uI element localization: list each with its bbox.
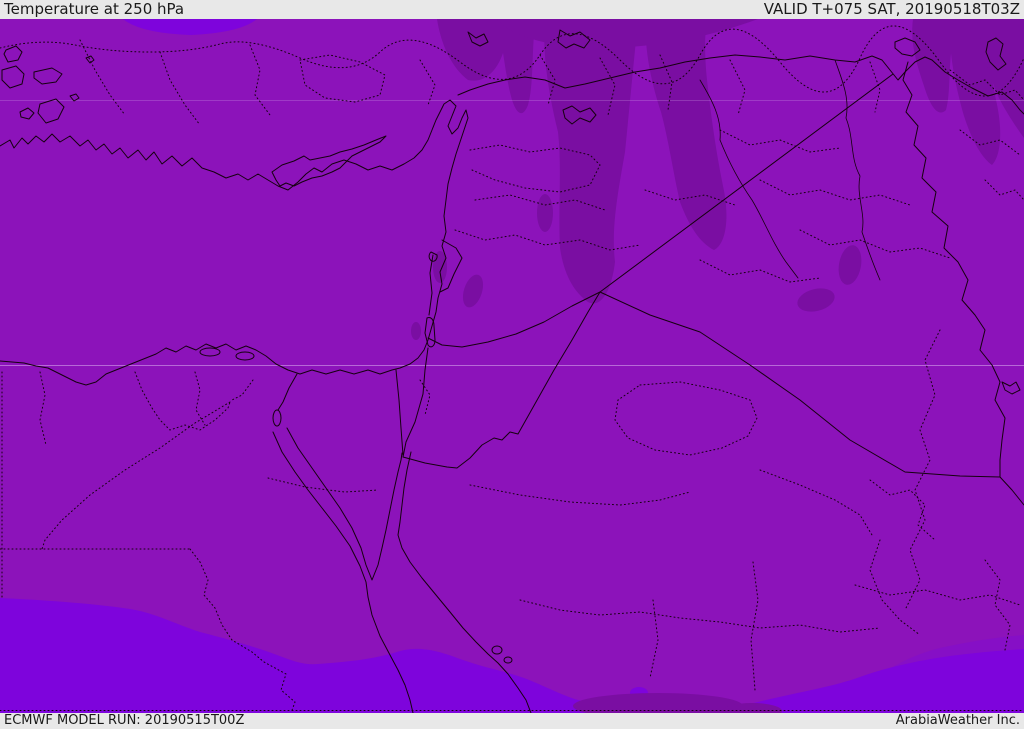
credit-label: ArabiaWeather Inc.	[895, 713, 1020, 728]
header-bar: Temperature at 250 hPa VALID T+075 SAT, …	[0, 0, 1024, 19]
map-canvas	[0, 19, 1024, 713]
weather-map-svg	[0, 19, 1024, 713]
valid-time-label: VALID T+075 SAT, 20190518T03Z	[763, 0, 1020, 18]
weather-map-page: { "header": { "title": "Temperature at 2…	[0, 0, 1024, 729]
model-run-label: ECMWF MODEL RUN: 20190515T00Z	[4, 713, 245, 728]
map-title: Temperature at 250 hPa	[4, 0, 185, 18]
footer-bar: ECMWF MODEL RUN: 20190515T00Z ArabiaWeat…	[0, 713, 1024, 729]
